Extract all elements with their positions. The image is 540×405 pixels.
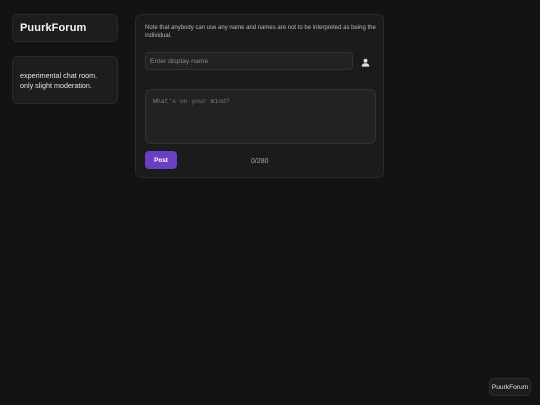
name-disclaimer-note: Note that anybody can use any name and n… [145, 25, 376, 39]
page: PuurkForum experimental chat room. only … [0, 0, 540, 405]
description-card: experimental chat room. only slight mode… [12, 56, 118, 104]
site-title: PuurkForum [20, 22, 87, 34]
character-counter: 0/280 [251, 158, 269, 165]
display-name-input[interactable] [145, 52, 353, 70]
composer-card: Note that anybody can use any name and n… [135, 14, 384, 178]
post-button[interactable]: Post [145, 151, 177, 169]
room-description: experimental chat room. only slight mode… [20, 71, 98, 90]
brand-card: PuurkForum [12, 14, 118, 42]
message-input[interactable] [145, 89, 376, 144]
footer-brand-badge[interactable]: PuurkForum [489, 378, 531, 396]
user-icon[interactable] [359, 56, 371, 68]
